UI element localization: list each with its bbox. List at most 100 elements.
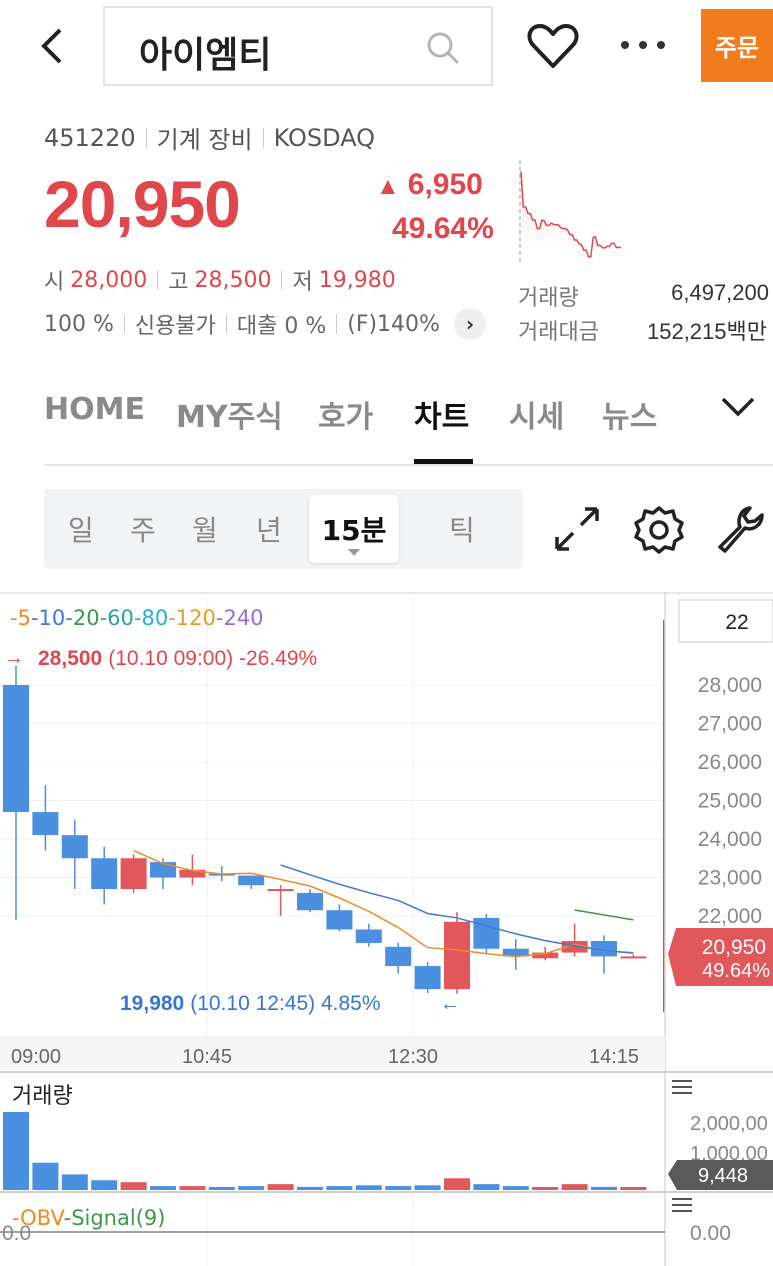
- current-price: 20,950: [44, 167, 241, 241]
- price-axis-tick: 25,000: [698, 790, 762, 813]
- candle-body: [355, 929, 382, 943]
- volume-bars: [3, 1112, 647, 1190]
- ma-legend-dash: -: [10, 606, 18, 630]
- tab-home[interactable]: HOME: [44, 392, 145, 427]
- tab-orderbook[interactable]: 호가: [318, 392, 373, 436]
- stock-market: KOSDAQ: [273, 123, 376, 152]
- period-tick[interactable]: 틱: [449, 509, 475, 549]
- ma-legend-item: 80: [141, 606, 168, 630]
- candle-body: [267, 889, 294, 892]
- period-day[interactable]: 일: [68, 509, 94, 549]
- price-axis-tick: 24,000: [698, 828, 762, 851]
- period-selector: 일 주 월 년 15분 틱: [44, 489, 523, 569]
- search-icon[interactable]: [425, 30, 461, 71]
- heart-icon[interactable]: [526, 22, 580, 75]
- volume-panel-title: 거래량: [12, 1083, 73, 1108]
- chevron-right-icon[interactable]: ›: [453, 308, 486, 340]
- candlestick-chart[interactable]: 22 -5-10-20-60-80-120-240 → 28,500 (10.10…: [0, 592, 773, 1266]
- tab-my-stock[interactable]: MY주식: [176, 392, 283, 436]
- volume-bar: [208, 1187, 235, 1190]
- intraday-sparkline: [519, 160, 621, 265]
- margin-row: 100 % 신용불가 대출 0 % (F)140% ›: [44, 308, 486, 340]
- open-price: 28,000: [70, 267, 148, 293]
- candle-body: [297, 892, 323, 911]
- wrench-icon[interactable]: [714, 503, 768, 562]
- time-axis-tick: 10:45: [182, 1046, 232, 1068]
- back-button[interactable]: [32, 22, 72, 70]
- volume-bar: [32, 1162, 59, 1190]
- more-options-icon[interactable]: [618, 30, 668, 65]
- price-change: ▲ 6,950: [376, 168, 483, 201]
- obv-legend: -OBV-Signal(9): [12, 1206, 165, 1230]
- loan-rate: 대출 0 %: [236, 314, 327, 339]
- search-query: 아이엠티: [139, 35, 272, 76]
- price-axis-tick: 28,000: [698, 674, 762, 697]
- chevron-down-icon[interactable]: [720, 394, 756, 423]
- tab-news[interactable]: 뉴스: [602, 392, 657, 436]
- ma-legend-item: 60: [107, 606, 134, 630]
- count-box[interactable]: 22: [725, 611, 748, 634]
- time-axis-tick: 09:00: [11, 1046, 61, 1068]
- volume-bar: [297, 1186, 323, 1190]
- top-header: 아이엠티 주문: [0, 0, 773, 92]
- volume-axis-2m: 2,000,00: [690, 1113, 768, 1135]
- price-axis-tick: 22,000: [698, 905, 762, 928]
- ma-20-line: [574, 909, 634, 921]
- price-axis-tick: 23,000: [698, 867, 762, 890]
- obv-menu-icon[interactable]: [672, 1198, 692, 1212]
- volume-bar: [120, 1182, 147, 1190]
- volume-label: 거래량: [518, 286, 579, 311]
- low-price: 19,980: [318, 267, 396, 293]
- candle-body: [120, 858, 147, 890]
- volume-bar: [385, 1186, 412, 1190]
- ma-legend-item: 240: [223, 606, 263, 630]
- candle-body: [3, 685, 29, 813]
- expand-icon[interactable]: [551, 503, 603, 560]
- candles-layer: [3, 665, 647, 994]
- amount-value: 152,215백만: [646, 319, 767, 344]
- volume-bar: [326, 1186, 353, 1190]
- price-axis-tick: 27,000: [698, 713, 762, 736]
- price-axis: 28,000 27,000 26,000 25,000 24,000 23,000 22,0…: [698, 674, 762, 928]
- price-axis-tick: 26,000: [698, 751, 762, 774]
- tab-chart[interactable]: 차트: [414, 392, 469, 436]
- search-box[interactable]: 아이엠티: [103, 6, 493, 86]
- period-month[interactable]: 월: [192, 509, 218, 549]
- ma-legend-dash: -: [168, 606, 176, 630]
- ma-legend-dash: -: [216, 606, 224, 630]
- ma-legend[interactable]: -5-10-20-60-80-120-240: [10, 606, 264, 630]
- volume-bar: [179, 1186, 206, 1190]
- stock-sector: 기계 장비: [156, 126, 253, 154]
- low-annotation: 19,980 (10.10 12:45) 4.85%: [120, 992, 381, 1015]
- period-year[interactable]: 년: [256, 509, 282, 549]
- high-price: 28,500: [194, 267, 272, 293]
- settings-gear-icon[interactable]: [632, 503, 686, 562]
- volume-bar: [561, 1184, 588, 1190]
- up-triangle-icon: ▲: [376, 173, 400, 200]
- volume-menu-icon[interactable]: [672, 1080, 692, 1094]
- current-price-tag-value: 20,950: [702, 936, 766, 959]
- svg-text:-5-10-20-60-80-120-240: -5-10-20-60-80-120-240: [10, 606, 264, 630]
- volume-bar: [61, 1174, 88, 1190]
- candle-body: [473, 917, 500, 949]
- ma-legend-dash: -: [100, 606, 108, 630]
- tab-quotes[interactable]: 시세: [509, 392, 564, 436]
- volume-bar: [444, 1178, 470, 1190]
- period-week[interactable]: 주: [130, 509, 156, 549]
- volume-bar: [502, 1186, 529, 1190]
- order-button[interactable]: 주문: [701, 9, 773, 82]
- volume-bar: [3, 1112, 29, 1190]
- obv-right-value: 0.00: [690, 1222, 731, 1245]
- candle-body: [620, 956, 647, 959]
- credit-status: 신용불가: [134, 314, 216, 339]
- main-tabs: HOME MY주식 호가 차트 시세 뉴스: [44, 380, 773, 466]
- margin-rate: 100 %: [44, 311, 114, 337]
- volume-value: 6,497,200: [671, 280, 769, 305]
- volume-bar: [532, 1187, 559, 1190]
- ma-legend-item: 20: [73, 606, 100, 630]
- obv-left-value: 0.0: [2, 1222, 31, 1245]
- price-change-pct: 49.64%: [392, 212, 494, 245]
- ma-5-line: [133, 849, 634, 958]
- candle-body: [385, 946, 412, 967]
- ma-legend-dash: -: [65, 606, 73, 630]
